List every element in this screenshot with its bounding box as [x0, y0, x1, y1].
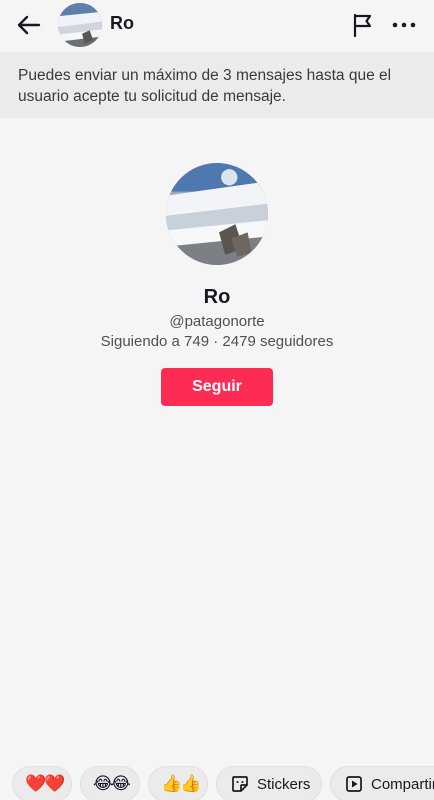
stickers-chip[interactable]: Stickers [216, 766, 322, 800]
thumbs-reaction-chip[interactable]: 👍👍 [148, 766, 208, 800]
share-chip[interactable]: Compartir [330, 766, 434, 800]
flag-icon[interactable] [350, 12, 376, 38]
header-avatar[interactable] [58, 3, 102, 47]
play-square-icon [345, 775, 363, 793]
top-bar: Ro [0, 0, 434, 50]
quick-actions-bar: ❤️❤️ 😂😂 👍👍 Stickers Compartir [0, 764, 434, 800]
profile-stats: Siguiendo a 749 · 2479 seguidores [100, 333, 334, 350]
share-label: Compartir [371, 775, 434, 793]
stickers-label: Stickers [257, 775, 311, 793]
header-title: Ro [110, 13, 134, 33]
sticker-icon [231, 775, 249, 793]
follow-button[interactable]: Seguir [161, 368, 273, 406]
back-arrow-icon[interactable] [16, 12, 42, 38]
hearts-reaction-chip[interactable]: ❤️❤️ [12, 766, 72, 800]
laugh-reaction-chip[interactable]: 😂😂 [80, 766, 140, 800]
profile-name: Ro [203, 286, 231, 308]
message-limit-notice: Puedes enviar un máximo de 3 mensajes ha… [0, 52, 434, 118]
profile-avatar[interactable] [166, 163, 268, 265]
more-dots-icon[interactable] [391, 12, 417, 38]
profile-handle: @patagonorte [169, 313, 265, 330]
